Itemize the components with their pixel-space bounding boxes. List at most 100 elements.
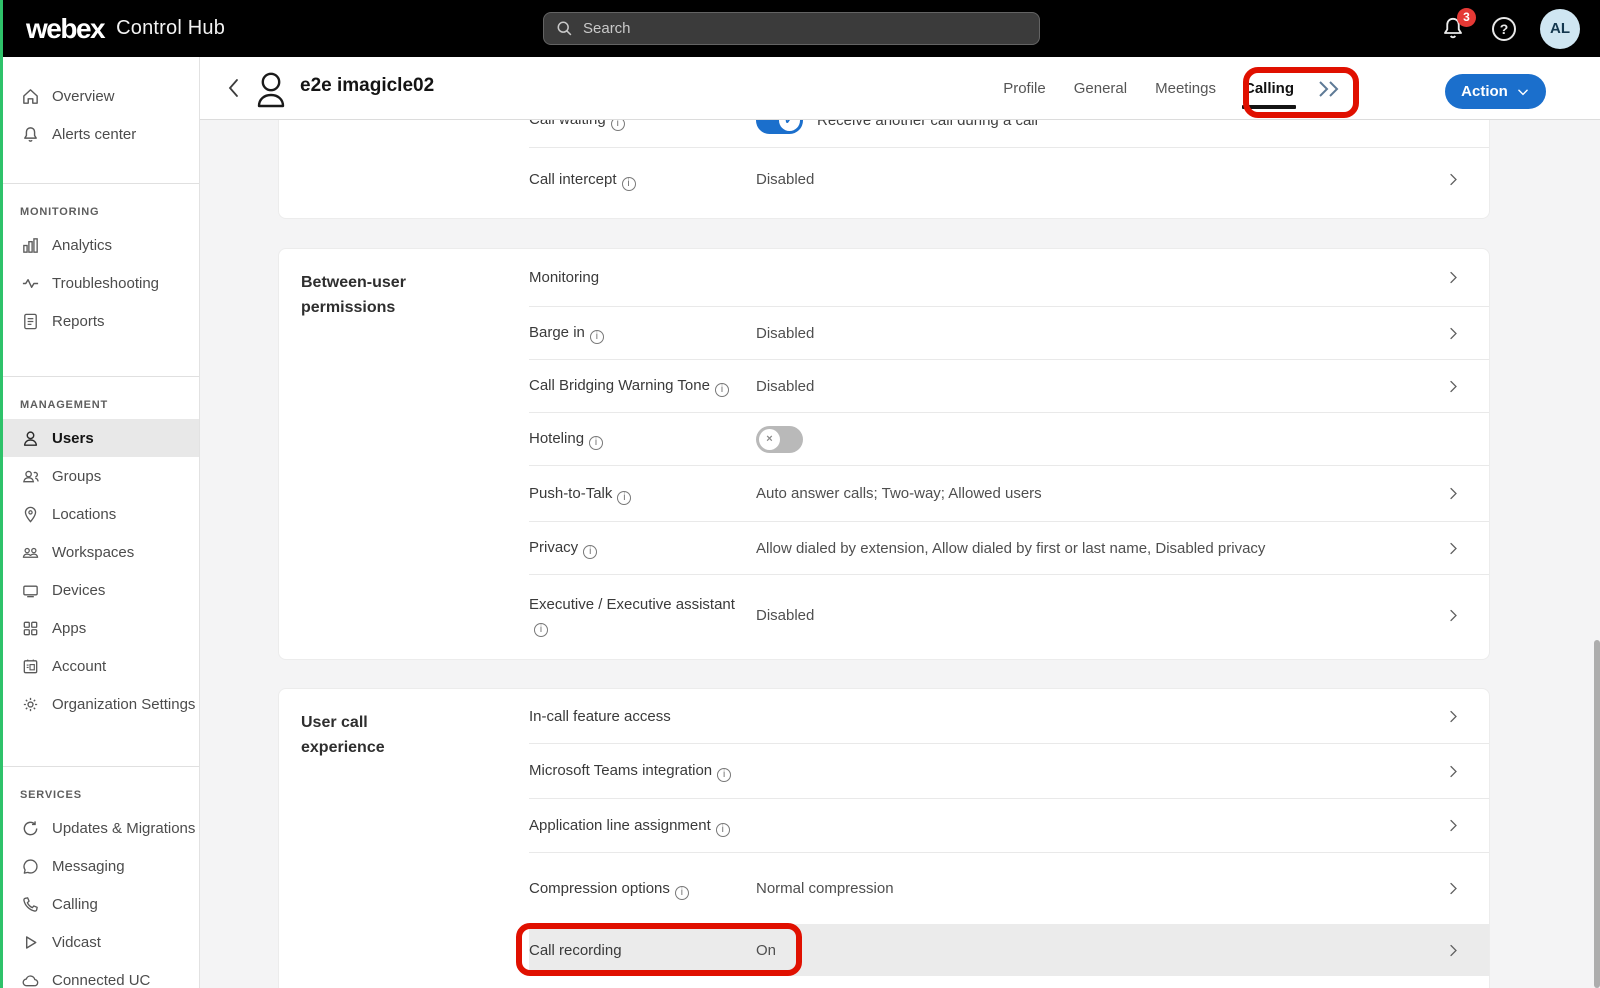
chevron-right-icon[interactable] <box>1446 818 1461 833</box>
sidebar-item-connected-uc[interactable]: Connected UC <box>0 961 199 988</box>
page-title: e2e imagicle02 <box>300 75 434 97</box>
info-icon[interactable] <box>617 491 631 505</box>
phone-icon <box>20 894 40 914</box>
info-icon[interactable] <box>583 545 597 559</box>
info-icon[interactable] <box>590 330 604 344</box>
setting-row-monitoring[interactable]: Monitoring <box>529 249 1489 306</box>
chevron-right-icon[interactable] <box>1446 541 1461 556</box>
info-icon[interactable] <box>622 177 636 191</box>
info-icon[interactable] <box>675 886 689 900</box>
chevron-right-icon[interactable] <box>1446 379 1461 394</box>
row-label: Call waiting <box>529 120 606 128</box>
help-button[interactable] <box>1492 17 1516 41</box>
sidebar-item-updates-migrations[interactable]: Updates & Migrations <box>0 809 199 847</box>
account-icon <box>20 656 40 676</box>
chevron-down-icon <box>1516 85 1530 99</box>
row-label: Barge in <box>529 324 585 341</box>
setting-row-privacy[interactable]: Privacy Allow dialed by extension, Allow… <box>529 521 1489 574</box>
report-icon <box>20 311 40 331</box>
user-avatar-icon <box>252 69 290 109</box>
annotation-call-recording <box>516 923 802 976</box>
sidebar-item-calling[interactable]: Calling <box>0 885 199 923</box>
setting-row-application-line-assignment[interactable]: Application line assignment <box>529 798 1489 852</box>
hoteling-toggle[interactable] <box>756 426 803 453</box>
info-icon[interactable] <box>589 436 603 450</box>
workspaces-icon <box>20 542 40 562</box>
card-title: User call experience <box>301 711 451 761</box>
row-label: Push-to-Talk <box>529 485 612 502</box>
sidebar-item-account[interactable]: Account <box>0 647 199 685</box>
info-icon[interactable] <box>534 623 548 637</box>
search-input[interactable]: Search <box>543 12 1040 45</box>
refresh-icon <box>20 818 40 838</box>
call-waiting-toggle[interactable] <box>756 120 803 134</box>
back-button[interactable] <box>220 75 246 101</box>
vertical-scrollbar[interactable] <box>1594 640 1600 988</box>
user-detail-header: e2e imagicle02 Profile General Meetings … <box>200 57 1600 120</box>
info-icon[interactable] <box>715 383 729 397</box>
info-icon[interactable] <box>717 768 731 782</box>
info-icon[interactable] <box>716 823 730 837</box>
sidebar-item-workspaces[interactable]: Workspaces <box>0 533 199 571</box>
chat-bubble-icon <box>20 856 40 876</box>
sidebar-item-troubleshooting[interactable]: Troubleshooting <box>0 264 199 302</box>
chevron-right-icon[interactable] <box>1446 270 1461 285</box>
setting-row-microsoft-teams-integration[interactable]: Microsoft Teams integration <box>529 743 1489 798</box>
product-name: Control Hub <box>116 17 225 40</box>
sidebar-item-groups[interactable]: Groups <box>0 457 199 495</box>
chevron-right-icon[interactable] <box>1446 881 1461 896</box>
pulse-icon <box>20 273 40 293</box>
sidebar-item-overview[interactable]: Overview <box>0 77 199 115</box>
row-value: Allow dialed by extension, Allow dialed … <box>756 540 1265 557</box>
setting-row-call-bridging-warning-tone[interactable]: Call Bridging Warning Tone Disabled <box>529 359 1489 412</box>
sidebar-item-apps[interactable]: Apps <box>0 609 199 647</box>
location-pin-icon <box>20 504 40 524</box>
row-label: Monitoring <box>529 267 756 288</box>
setting-row-call-recording[interactable]: Call recording On <box>529 924 1489 976</box>
chevron-right-icon[interactable] <box>1446 608 1461 623</box>
setting-row-call-intercept[interactable]: Call intercept Disabled <box>529 147 1489 211</box>
apps-grid-icon <box>20 618 40 638</box>
home-icon <box>20 86 40 106</box>
chevron-right-icon[interactable] <box>1446 172 1461 187</box>
tab-general[interactable]: General <box>1074 80 1127 97</box>
row-value: Auto answer calls; Two-way; Allowed user… <box>756 485 1042 502</box>
setting-row-compression-options[interactable]: Compression options Normal compression <box>529 852 1489 924</box>
sidebar-item-users[interactable]: Users <box>0 419 199 457</box>
sidebar-item-vidcast[interactable]: Vidcast <box>0 923 199 961</box>
action-button[interactable]: Action <box>1445 74 1546 109</box>
card-title: Between-user permissions <box>301 271 451 321</box>
toggle-description: Receive another call during a call <box>817 120 1038 129</box>
tab-meetings[interactable]: Meetings <box>1155 80 1216 97</box>
notifications-button[interactable]: 3 <box>1440 15 1468 43</box>
chevron-right-icon[interactable] <box>1446 709 1461 724</box>
row-value: Disabled <box>756 171 814 188</box>
sidebar-item-analytics[interactable]: Analytics <box>0 226 199 264</box>
gear-icon <box>20 694 40 714</box>
sidebar-item-reports[interactable]: Reports <box>0 302 199 340</box>
sidebar-section-monitoring: MONITORING <box>0 206 199 218</box>
chevron-right-icon[interactable] <box>1446 486 1461 501</box>
toggle-knob <box>759 429 780 450</box>
row-label: Privacy <box>529 539 578 556</box>
row-label: Compression options <box>529 880 670 897</box>
setting-row-in-call-feature-access[interactable]: In-call feature access <box>529 689 1489 743</box>
row-label: Call Bridging Warning Tone <box>529 377 710 394</box>
setting-row-barge-in[interactable]: Barge in Disabled <box>529 306 1489 359</box>
setting-row-hoteling[interactable]: Hoteling <box>529 412 1489 465</box>
setting-row-push-to-talk[interactable]: Push-to-Talk Auto answer calls; Two-way;… <box>529 465 1489 521</box>
sidebar-item-alerts-center[interactable]: Alerts center <box>0 115 199 153</box>
setting-row-executive-assistant[interactable]: Executive / Executive assistant Disabled <box>529 574 1489 656</box>
chevron-right-icon[interactable] <box>1446 943 1461 958</box>
sidebar-item-devices[interactable]: Devices <box>0 571 199 609</box>
tab-profile[interactable]: Profile <box>1003 80 1046 97</box>
row-value: Disabled <box>756 378 814 395</box>
chevron-right-icon[interactable] <box>1446 764 1461 779</box>
sidebar-item-organization-settings[interactable]: Organization Settings <box>0 685 199 723</box>
row-label: Call intercept <box>529 171 617 188</box>
info-icon[interactable] <box>611 120 625 131</box>
sidebar-item-messaging[interactable]: Messaging <box>0 847 199 885</box>
chevron-right-icon[interactable] <box>1446 326 1461 341</box>
avatar[interactable]: AL <box>1540 9 1580 49</box>
sidebar-item-locations[interactable]: Locations <box>0 495 199 533</box>
